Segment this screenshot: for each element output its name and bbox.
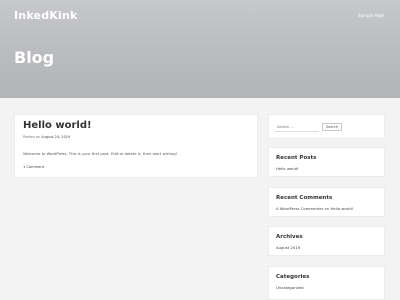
recent-comments-title: Recent Comments <box>276 195 333 201</box>
category-link[interactable]: Uncategorized <box>276 285 304 290</box>
recent-posts-title: Recent Posts <box>276 155 317 161</box>
nav-link-sample-page[interactable]: Sample Page <box>358 13 384 18</box>
comment-on-label: on <box>324 206 330 211</box>
recent-comment-entry: A WordPress Commenter on Hello world! <box>276 206 353 211</box>
post-title[interactable]: Hello world! <box>23 120 92 131</box>
recent-post-link[interactable]: Hello world! <box>276 166 299 171</box>
post-comments-link[interactable]: 1 Comment <box>23 165 44 169</box>
post-date[interactable]: August 24, 2019 <box>41 135 70 139</box>
page-title: Blog <box>14 48 55 67</box>
posted-on-label: Posted on <box>23 135 41 139</box>
post-card: Hello world! Posted on August 24, 2019 W… <box>14 114 258 178</box>
site-title[interactable]: InkedKink <box>14 9 78 22</box>
comment-post-link[interactable]: Hello world! <box>330 206 353 211</box>
comment-author-link[interactable]: A WordPress Commenter <box>276 206 323 211</box>
recent-comments-widget: Recent Comments A WordPress Commenter on… <box>268 187 385 217</box>
categories-widget: Categories Uncategorized <box>268 266 385 300</box>
search-input[interactable] <box>275 122 319 132</box>
post-meta: Posted on August 24, 2019 <box>23 135 70 139</box>
search-widget: Search <box>268 114 385 139</box>
page-header: InkedKink Sample Page Blog <box>0 0 400 98</box>
archive-link[interactable]: August 2019 <box>276 245 300 250</box>
search-button[interactable]: Search <box>322 123 342 131</box>
recent-posts-widget: Recent Posts Hello world! <box>268 147 385 177</box>
categories-title: Categories <box>276 274 310 280</box>
post-excerpt: Welcome to WordPress. This is your first… <box>23 151 178 156</box>
archives-title: Archives <box>276 234 303 240</box>
archives-widget: Archives August 2019 <box>268 226 385 256</box>
